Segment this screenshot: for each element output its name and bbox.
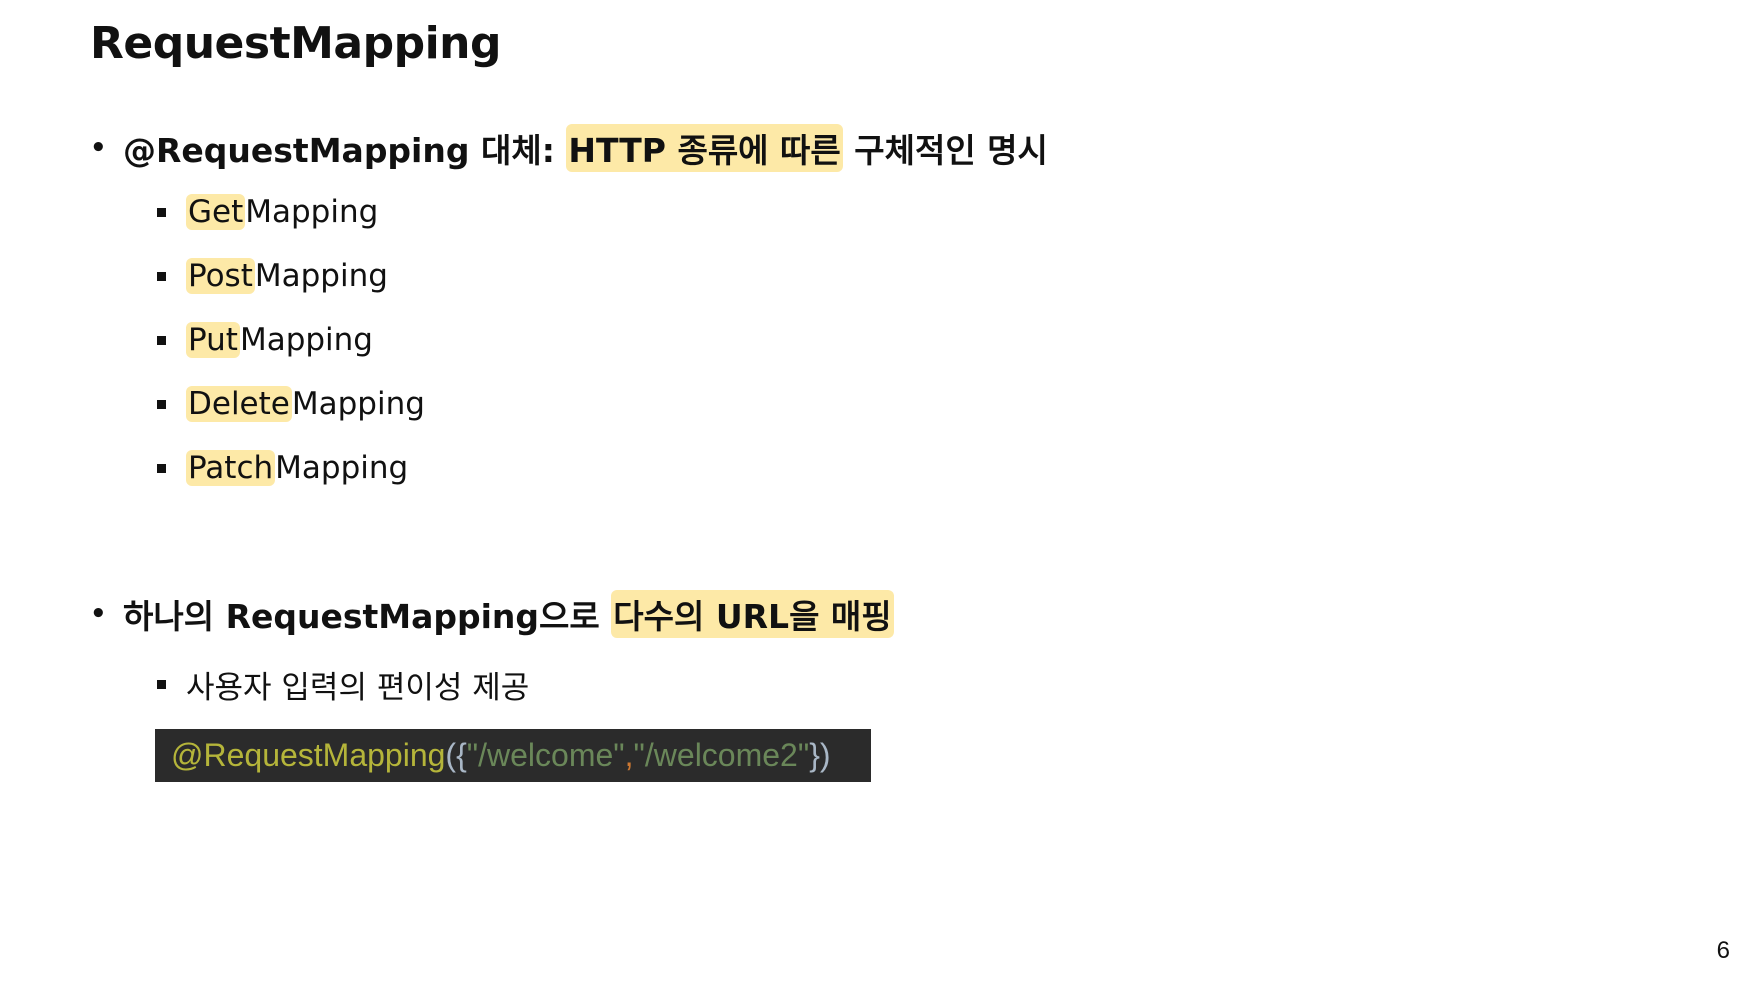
- list-item-postmapping: Post Mapping: [157, 258, 388, 294]
- item-rest: Mapping: [291, 386, 425, 422]
- code-string-welcome2: "/welcome2": [633, 737, 810, 773]
- code-string-welcome: "/welcome": [466, 737, 625, 773]
- bullet-highlight: 다수의 URL을 매핑: [611, 590, 894, 638]
- bullet-dot: •: [90, 133, 107, 163]
- item-rest: Mapping: [245, 194, 379, 230]
- bullet-prefix: 하나의 RequestMapping으로: [123, 597, 612, 636]
- list-item-patchmapping: Patch Mapping: [157, 450, 408, 486]
- bullet-highlight: HTTP 종류에 따른: [566, 124, 843, 172]
- item-highlight: Patch: [186, 450, 276, 486]
- code-close-brace: }): [809, 737, 831, 773]
- bullet-multi-url: • 하나의 RequestMapping으로 다수의 URL을 매핑: [90, 590, 894, 638]
- bullet-suffix: 구체적인 명시: [842, 131, 1048, 170]
- list-item-deletemapping: Delete Mapping: [157, 386, 425, 422]
- item-highlight: Post: [186, 258, 255, 294]
- code-annotation: @RequestMapping: [171, 737, 446, 773]
- bullet-dot: •: [90, 599, 107, 629]
- item-highlight: Get: [186, 194, 246, 230]
- bullet-prefix: @RequestMapping 대체:: [123, 131, 567, 170]
- square-bullet-icon: [157, 680, 166, 689]
- code-snippet: @RequestMapping({"/welcome","/welcome2"}…: [155, 729, 871, 782]
- item-rest: Mapping: [239, 322, 373, 358]
- square-bullet-icon: [157, 271, 166, 281]
- slide-title: RequestMapping: [90, 18, 501, 69]
- item-rest: Mapping: [254, 258, 388, 294]
- code-comma: ,: [624, 737, 634, 773]
- list-item-convenience: 사용자 입력의 편이성 제공: [157, 662, 529, 707]
- item-highlight: Put: [186, 322, 240, 358]
- item-text: 사용자 입력의 편이성 제공: [186, 670, 530, 706]
- bullet-http-methods: • @RequestMapping 대체: HTTP 종류에 따른 구체적인 명…: [90, 124, 1048, 172]
- code-open-brace: ({: [445, 737, 467, 773]
- square-bullet-icon: [157, 335, 166, 345]
- list-item-getmapping: Get Mapping: [157, 194, 378, 230]
- item-highlight: Delete: [186, 386, 292, 422]
- list-item-putmapping: Put Mapping: [157, 322, 373, 358]
- square-bullet-icon: [157, 463, 166, 473]
- square-bullet-icon: [157, 399, 166, 409]
- page-number: 6: [1716, 937, 1730, 964]
- item-rest: Mapping: [275, 450, 409, 486]
- square-bullet-icon: [157, 207, 166, 217]
